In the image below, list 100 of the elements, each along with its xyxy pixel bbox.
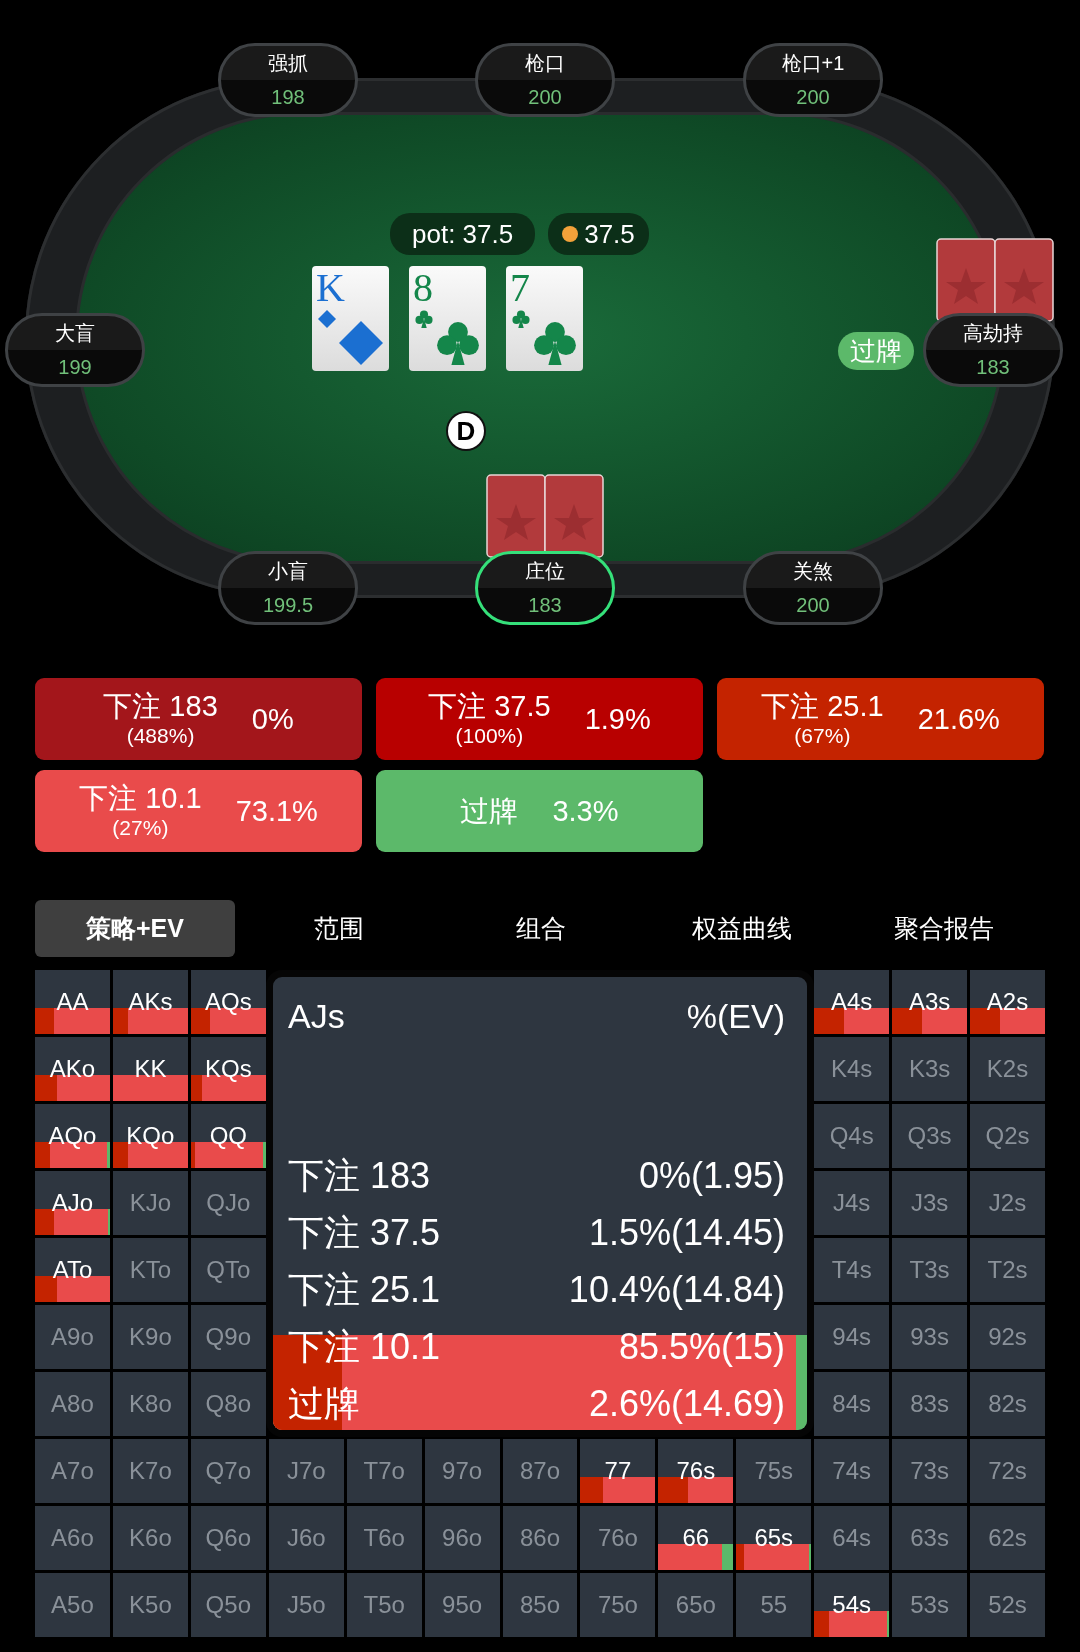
hand-cell[interactable]: 76s — [658, 1439, 734, 1503]
hand-cell[interactable]: AKs — [112, 970, 188, 1034]
hand-cell[interactable]: J3s — [892, 1171, 968, 1235]
hand-cell[interactable]: A5o — [35, 1573, 110, 1637]
hand-cell[interactable]: A3s — [892, 970, 968, 1034]
hand-cell[interactable]: K3s — [892, 1037, 968, 1101]
hand-cell[interactable]: AKo — [35, 1037, 110, 1101]
hand-cell[interactable]: K7o — [112, 1439, 188, 1503]
hand-cell[interactable]: A2s — [970, 970, 1045, 1034]
player-seat[interactable]: 庄位 183 — [475, 551, 615, 625]
hand-cell[interactable]: K4s — [814, 1037, 890, 1101]
hand-cell[interactable]: T4s — [814, 1238, 890, 1302]
hand-cell[interactable]: AQo — [35, 1104, 110, 1168]
hand-cell[interactable]: 63s — [892, 1506, 968, 1570]
hand-cell[interactable]: KK — [112, 1037, 188, 1101]
hand-cell[interactable]: QJo — [190, 1171, 266, 1235]
player-seat[interactable]: 强抓 198 — [218, 43, 358, 117]
tab[interactable]: 策略+EV — [35, 900, 235, 957]
hand-cell[interactable]: 53s — [892, 1573, 968, 1637]
hand-cell[interactable]: A9o — [35, 1305, 110, 1369]
hand-cell[interactable]: T3s — [892, 1238, 968, 1302]
hand-cell[interactable]: Q3s — [892, 1104, 968, 1168]
hand-cell[interactable]: KQo — [112, 1104, 188, 1168]
hand-cell[interactable]: K2s — [970, 1037, 1045, 1101]
hand-cell[interactable]: 87o — [502, 1439, 578, 1503]
action-button[interactable]: 下注 10.1 (27%) 73.1% — [35, 770, 362, 852]
hand-cell[interactable]: 64s — [814, 1506, 890, 1570]
action-button[interactable]: 下注 183 (488%) 0% — [35, 678, 362, 760]
hand-cell[interactable]: Q2s — [970, 1104, 1045, 1168]
hand-cell[interactable]: J4s — [814, 1171, 890, 1235]
hand-cell[interactable]: 83s — [892, 1372, 968, 1436]
hand-cell[interactable]: 74s — [814, 1439, 890, 1503]
hand-cell[interactable]: 82s — [970, 1372, 1045, 1436]
tab[interactable]: 组合 — [439, 900, 642, 957]
hand-cell[interactable]: 66 — [658, 1506, 734, 1570]
hand-cell[interactable]: 55 — [736, 1573, 812, 1637]
hand-cell[interactable]: Q9o — [190, 1305, 266, 1369]
hand-cell[interactable]: 54s — [814, 1573, 890, 1637]
hand-cell[interactable]: 72s — [970, 1439, 1045, 1503]
hand-cell[interactable]: T5o — [346, 1573, 422, 1637]
hand-cell[interactable]: 93s — [892, 1305, 968, 1369]
hand-cell[interactable]: 65s — [736, 1506, 812, 1570]
hand-cell[interactable]: KJo — [112, 1171, 188, 1235]
hand-cell[interactable]: AA — [35, 970, 110, 1034]
player-seat[interactable]: 枪口+1 200 — [743, 43, 883, 117]
hand-cell[interactable]: AJo — [35, 1171, 110, 1235]
hand-cell[interactable]: Q7o — [190, 1439, 266, 1503]
hand-cell[interactable]: J6o — [268, 1506, 344, 1570]
tab[interactable]: 范围 — [238, 900, 440, 957]
action-button[interactable]: 过牌 3.3% — [376, 770, 703, 852]
player-seat[interactable]: 小盲 199.5 — [218, 551, 358, 625]
hand-cell[interactable]: ATo — [35, 1238, 110, 1302]
hand-cell[interactable]: 62s — [970, 1506, 1045, 1570]
hand-cell[interactable]: 75o — [580, 1573, 656, 1637]
hand-cell[interactable]: 65o — [658, 1573, 734, 1637]
hand-cell[interactable]: K9o — [112, 1305, 188, 1369]
hand-cell[interactable]: 86o — [502, 1506, 578, 1570]
tab[interactable]: 权益曲线 — [641, 900, 844, 957]
hand-cell[interactable]: 95o — [424, 1573, 500, 1637]
hand-cell[interactable]: A6o — [35, 1506, 110, 1570]
hand-cell[interactable]: 73s — [892, 1439, 968, 1503]
hand-cell[interactable]: 77 — [580, 1439, 656, 1503]
hand-label: J3s — [910, 1189, 949, 1217]
player-seat[interactable]: 大盲 199 — [5, 313, 145, 387]
hand-cell[interactable]: T2s — [970, 1238, 1045, 1302]
player-seat[interactable]: 关煞 200 — [743, 551, 883, 625]
hand-cell[interactable]: K8o — [112, 1372, 188, 1436]
hand-cell[interactable]: T6o — [346, 1506, 422, 1570]
hand-cell[interactable]: 75s — [736, 1439, 812, 1503]
hand-cell[interactable]: K6o — [112, 1506, 188, 1570]
action-button[interactable]: 下注 25.1 (67%) 21.6% — [717, 678, 1044, 760]
hand-cell[interactable]: A7o — [35, 1439, 110, 1503]
hand-cell[interactable]: 97o — [424, 1439, 500, 1503]
hand-cell[interactable]: 96o — [424, 1506, 500, 1570]
hand-cell[interactable]: KTo — [112, 1238, 188, 1302]
hand-cell[interactable]: 52s — [970, 1573, 1045, 1637]
hand-cell[interactable]: 92s — [970, 1305, 1045, 1369]
hand-cell[interactable]: Q5o — [190, 1573, 266, 1637]
hand-cell[interactable]: 84s — [814, 1372, 890, 1436]
tab[interactable]: 聚合报告 — [843, 900, 1045, 957]
action-button[interactable]: 下注 37.5 (100%) 1.9% — [376, 678, 703, 760]
hand-cell[interactable]: QTo — [190, 1238, 266, 1302]
hand-cell[interactable]: A8o — [35, 1372, 110, 1436]
hand-cell[interactable]: J2s — [970, 1171, 1045, 1235]
hand-cell[interactable]: J7o — [268, 1439, 344, 1503]
hand-cell[interactable]: 76o — [580, 1506, 656, 1570]
hand-cell[interactable]: J5o — [268, 1573, 344, 1637]
hand-cell[interactable]: A4s — [814, 970, 890, 1034]
hand-cell[interactable]: Q6o — [190, 1506, 266, 1570]
hand-cell[interactable]: KQs — [190, 1037, 266, 1101]
hand-cell[interactable]: Q4s — [814, 1104, 890, 1168]
player-seat[interactable]: 枪口 200 — [475, 43, 615, 117]
hand-cell[interactable]: AQs — [190, 970, 266, 1034]
hand-cell[interactable]: Q8o — [190, 1372, 266, 1436]
hand-cell[interactable]: QQ — [190, 1104, 266, 1168]
hand-cell[interactable]: K5o — [112, 1573, 188, 1637]
hand-cell[interactable]: 85o — [502, 1573, 578, 1637]
diamond-icon — [318, 310, 336, 328]
hand-cell[interactable]: 94s — [814, 1305, 890, 1369]
hand-cell[interactable]: T7o — [346, 1439, 422, 1503]
